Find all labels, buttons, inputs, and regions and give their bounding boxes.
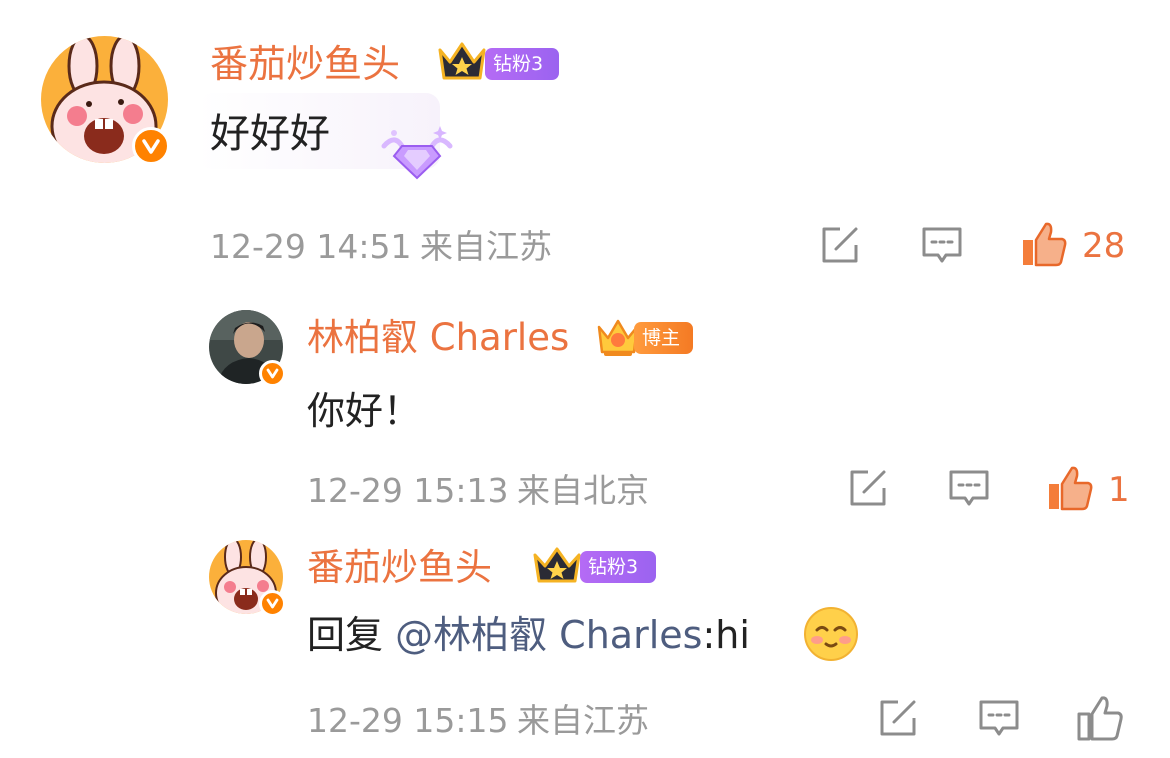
verified-icon: [132, 127, 170, 165]
comment-text: 好好好: [210, 111, 330, 157]
avatar[interactable]: [209, 310, 286, 387]
username[interactable]: 番茄炒鱼头: [307, 549, 492, 586]
reply-content: :hi: [702, 613, 750, 657]
avatar[interactable]: [209, 540, 286, 617]
comment-time: 12-29 15:15: [307, 701, 509, 740]
avatar[interactable]: [41, 36, 170, 165]
fan-level-badge[interactable]: 钻粉3: [580, 551, 656, 583]
like-count: 28: [1082, 226, 1126, 266]
verified-icon: [259, 590, 286, 617]
verified-icon: [259, 360, 286, 387]
username[interactable]: 林柏叡 Charles: [307, 319, 569, 356]
crown-icon: [436, 40, 488, 84]
share-icon[interactable]: [876, 698, 920, 738]
comment-icon[interactable]: [920, 225, 964, 267]
like-count: 1: [1108, 470, 1130, 510]
share-icon[interactable]: [846, 468, 890, 508]
crown-icon: [531, 545, 583, 587]
author-badge[interactable]: 博主: [634, 322, 693, 354]
comment-location: 来自江苏: [517, 701, 649, 740]
mention-link[interactable]: @林柏叡 Charles: [395, 613, 702, 657]
comment-location: 来自江苏: [420, 227, 552, 266]
comment-time: 12-29 15:13: [307, 471, 509, 510]
comment-location: 来自北京: [517, 471, 649, 510]
share-icon[interactable]: [818, 225, 862, 265]
comment-icon[interactable]: [977, 698, 1021, 740]
blush-emoji-icon: [803, 606, 859, 662]
gem-decoration-icon: [378, 124, 456, 184]
like-icon[interactable]: [1076, 694, 1124, 742]
comment-time: 12-29 14:51: [210, 227, 412, 266]
like-icon[interactable]: [1046, 464, 1094, 512]
reply-text: 回复 @林柏叡 Charles:hi: [307, 616, 750, 654]
fan-level-badge[interactable]: 钻粉3: [485, 48, 559, 80]
like-icon[interactable]: [1020, 220, 1068, 268]
comment-text: 你好！: [307, 389, 422, 433]
username[interactable]: 番茄炒鱼头: [210, 45, 400, 83]
comment-icon[interactable]: [947, 468, 991, 510]
reply-prefix: 回复: [307, 613, 396, 657]
